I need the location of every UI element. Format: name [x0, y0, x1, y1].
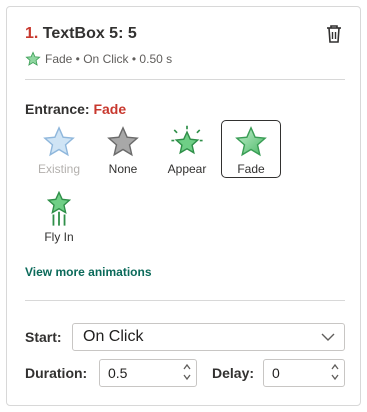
effect-label: Appear — [167, 162, 207, 176]
effect-appear[interactable]: Appear — [157, 121, 217, 179]
star-existing-icon — [43, 126, 75, 157]
star-none-icon — [107, 126, 139, 157]
effect-existing[interactable]: Existing — [29, 121, 89, 179]
effect-label: Existing — [37, 162, 81, 176]
star-appear-icon — [171, 125, 203, 155]
animation-number: 1. — [25, 25, 39, 42]
delay-value: 0 — [272, 365, 280, 381]
chevron-down-icon[interactable] — [330, 372, 340, 382]
effect-label: None — [108, 162, 138, 176]
animation-summary: Fade • On Click • 0.50 s — [25, 50, 172, 68]
star-fade-icon — [235, 126, 267, 157]
divider — [25, 300, 345, 301]
start-label: Start: — [25, 329, 62, 345]
animation-pane: 1. TextBox 5: 5 Fade • On Click • 0.50 s… — [6, 6, 361, 406]
effect-none[interactable]: None — [93, 121, 153, 179]
duration-spinner[interactable]: 0.5 — [99, 359, 197, 387]
chevron-down-icon[interactable] — [182, 372, 192, 382]
chevron-up-icon[interactable] — [182, 362, 192, 372]
animation-summary-text: Fade • On Click • 0.50 s — [45, 52, 173, 66]
chevron-down-icon — [321, 333, 335, 341]
effect-label: Fly In — [44, 230, 74, 244]
entrance-heading: Entrance: Fade — [25, 101, 126, 117]
divider — [25, 79, 345, 80]
effect-fade[interactable]: Fade — [221, 120, 281, 178]
start-value: On Click — [83, 328, 144, 345]
duration-value: 0.5 — [108, 365, 128, 381]
animation-title: 1. TextBox 5: 5 — [25, 25, 137, 43]
entrance-label: Entrance: — [25, 101, 90, 117]
start-dropdown[interactable]: On Click — [72, 323, 345, 351]
animation-target: TextBox 5: 5 — [42, 25, 137, 42]
delay-spinner[interactable]: 0 — [263, 359, 345, 387]
star-fly-in-icon — [46, 191, 72, 226]
star-fade-icon — [25, 51, 41, 66]
trash-icon[interactable] — [324, 23, 344, 45]
effect-label: Fade — [237, 162, 265, 176]
effect-fly-in[interactable]: Fly In — [29, 187, 89, 245]
view-more-animations-link[interactable]: View more animations — [25, 265, 152, 279]
entrance-value: Fade — [93, 101, 127, 117]
delay-label: Delay: — [212, 365, 255, 381]
chevron-up-icon[interactable] — [330, 362, 340, 372]
duration-label: Duration: — [25, 365, 88, 381]
